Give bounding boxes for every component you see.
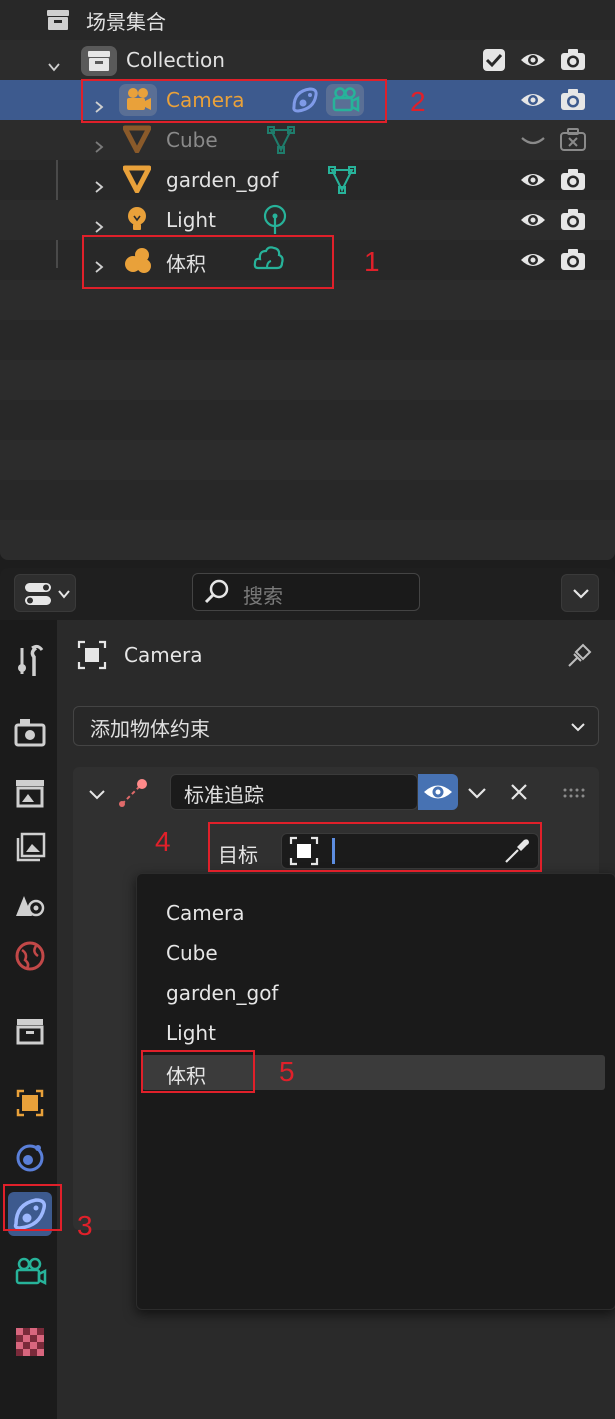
chevron-right-icon[interactable]	[93, 134, 105, 153]
object-name-label: Camera	[124, 643, 203, 667]
dropdown-item-camera[interactable]: Camera	[166, 901, 245, 925]
checkbox-icon[interactable]	[482, 48, 506, 72]
outliner-label-garden-gof: garden_gof	[166, 168, 279, 192]
annotation-number-4: 4	[155, 826, 171, 857]
scene-collection-icon	[44, 6, 72, 34]
tab-tool[interactable]	[8, 640, 52, 684]
chevron-down-icon[interactable]	[48, 54, 60, 72]
render-icon	[14, 719, 46, 747]
camera-render-icon[interactable]	[559, 46, 587, 74]
annotation-box-4	[208, 822, 542, 872]
properties-tab-bar	[0, 620, 57, 1419]
constraint-name-text: 标准追踪	[184, 783, 264, 807]
chevron-right-icon[interactable]	[93, 174, 105, 193]
annotation-number-5: 5	[279, 1056, 295, 1087]
search-input[interactable]	[192, 573, 420, 611]
eye-icon[interactable]	[519, 166, 547, 194]
collection-icon	[80, 45, 118, 77]
outliner-label-cube: Cube	[166, 128, 218, 152]
collection-row[interactable]: Collection	[0, 40, 615, 80]
editor-type-button[interactable]	[14, 574, 76, 612]
empty-row	[0, 360, 615, 400]
annotation-number-2: 2	[410, 86, 426, 117]
collection-icon	[16, 1019, 44, 1045]
camera-render-icon[interactable]	[559, 206, 587, 234]
mesh-data-icon	[327, 165, 357, 195]
scene-icon	[16, 896, 45, 917]
annotation-number-1: 1	[364, 246, 380, 277]
tab-collection[interactable]	[8, 1009, 52, 1053]
tab-object[interactable]	[8, 1081, 52, 1125]
chevron-down-icon	[571, 723, 585, 732]
light-bulb-icon	[123, 205, 151, 233]
tab-output[interactable]	[8, 770, 52, 814]
eye-icon[interactable]	[519, 86, 547, 114]
tab-render[interactable]	[8, 711, 52, 755]
light-data-icon	[260, 204, 290, 236]
texture-checker-icon	[16, 1328, 44, 1356]
empty-row	[0, 440, 615, 480]
empty-row	[0, 320, 615, 360]
track-constraint-icon	[116, 776, 150, 810]
constraint-enable-toggle[interactable]	[418, 774, 458, 810]
object-icon	[16, 1089, 44, 1117]
eye-closed-icon[interactable]	[519, 126, 547, 154]
physics-icon	[16, 1144, 44, 1172]
outliner-label-light: Light	[166, 208, 216, 232]
camera-render-icon[interactable]	[559, 246, 587, 274]
scene-collection-row[interactable]: 场景集合	[0, 0, 615, 40]
mesh-object-icon	[122, 165, 152, 194]
tab-texture[interactable]	[8, 1320, 52, 1364]
annotation-number-3: 3	[77, 1210, 93, 1241]
mesh-data-icon	[266, 125, 296, 155]
outliner-row-cube[interactable]: Cube	[0, 120, 615, 160]
empty-row	[0, 400, 615, 440]
outliner-row-garden-gof[interactable]: garden_gof	[0, 160, 615, 200]
eye-icon[interactable]	[519, 246, 547, 274]
dropdown-item-light[interactable]: Light	[166, 1021, 216, 1045]
tool-icon	[18, 644, 44, 676]
tab-world[interactable]	[8, 934, 52, 978]
tab-scene[interactable]	[8, 882, 52, 926]
chevron-down-icon	[573, 589, 589, 599]
camera-data-icon	[15, 1257, 47, 1286]
world-icon	[15, 941, 45, 971]
camera-render-icon[interactable]	[559, 166, 587, 194]
annotation-box-3	[3, 1184, 62, 1231]
camera-render-icon[interactable]	[559, 86, 587, 114]
options-dropdown-button[interactable]	[561, 574, 599, 612]
annotation-box-2	[81, 79, 387, 123]
dropdown-item-cube[interactable]: Cube	[166, 941, 218, 965]
annotation-box-1	[82, 235, 334, 289]
tab-view-layer[interactable]	[8, 826, 52, 870]
scene-collection-label: 场景集合	[86, 10, 166, 34]
eye-icon[interactable]	[519, 206, 547, 234]
drag-handle-icon[interactable]	[562, 783, 588, 799]
output-icon	[16, 780, 44, 808]
tab-object-data-camera[interactable]	[8, 1250, 52, 1294]
collection-label: Collection	[126, 48, 225, 72]
pin-icon[interactable]	[565, 640, 595, 670]
camera-render-disabled-icon[interactable]	[559, 126, 587, 154]
add-object-constraint-label: 添加物体约束	[90, 717, 210, 741]
search-placeholder: 搜索	[243, 584, 283, 608]
tab-physics[interactable]	[8, 1136, 52, 1180]
view-layer-icon	[16, 832, 46, 862]
search-icon	[204, 579, 229, 604]
annotation-box-5	[141, 1050, 255, 1093]
collapse-chevron-icon[interactable]	[86, 783, 108, 805]
constraint-menu-chevron-icon[interactable]	[463, 780, 491, 806]
eye-icon[interactable]	[519, 46, 547, 74]
chevron-right-icon[interactable]	[93, 214, 105, 233]
eye-icon	[424, 785, 452, 799]
close-icon[interactable]	[505, 778, 533, 806]
editor-type-icon	[25, 583, 70, 605]
dropdown-item-garden-gof[interactable]: garden_gof	[166, 981, 278, 1005]
object-icon	[76, 639, 108, 671]
empty-row	[0, 520, 615, 560]
mesh-object-icon	[122, 125, 152, 154]
outliner-row-light[interactable]: Light	[0, 200, 615, 240]
empty-row	[0, 480, 615, 520]
